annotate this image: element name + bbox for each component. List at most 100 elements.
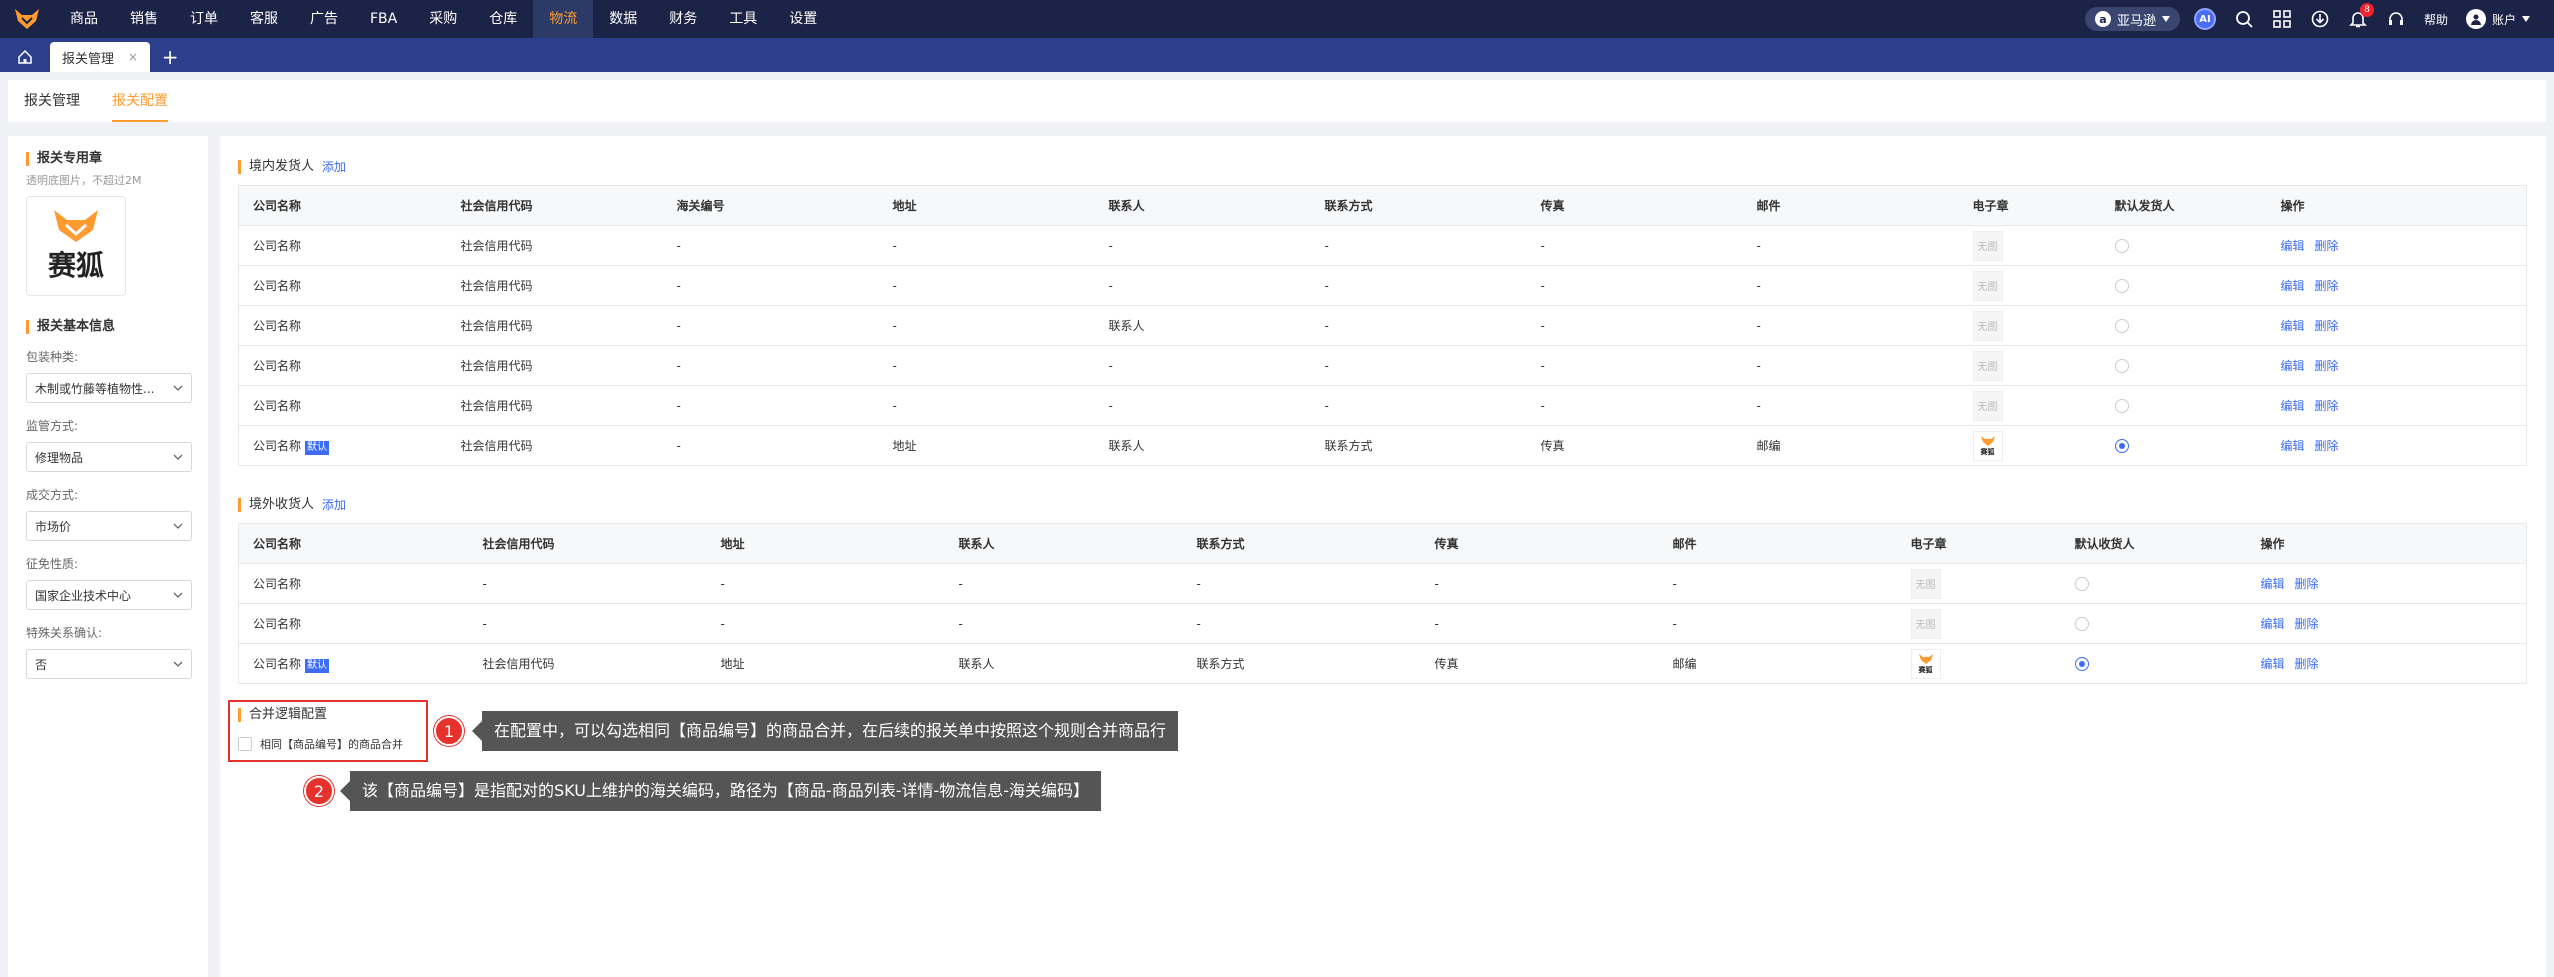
field-label: 特殊关系确认: [26, 626, 103, 640]
default-radio[interactable] [2114, 278, 2129, 293]
default-radio[interactable] [2074, 616, 2089, 631]
nav-item-12[interactable]: 设置 [773, 0, 833, 38]
delete-button[interactable]: 删除 [2315, 239, 2339, 253]
nav-item-3[interactable]: 客服 [234, 0, 294, 38]
cell-text: 社会信用代码 [460, 279, 533, 293]
edit-button[interactable]: 编辑 [2281, 399, 2305, 413]
nav-item-0[interactable]: 商品 [54, 0, 114, 38]
field-select[interactable]: 修理物品 [26, 442, 192, 472]
default-radio[interactable] [2074, 576, 2089, 591]
table-cell: - [468, 563, 707, 604]
delete-button[interactable]: 删除 [2315, 319, 2339, 333]
actions-cell: 编辑 删除 [2266, 385, 2527, 426]
add-domestic-button[interactable]: 添加 [322, 158, 346, 175]
nav-item-4[interactable]: 广告 [294, 0, 354, 38]
customs-seal-image[interactable]: 赛狐 [26, 196, 126, 296]
table-cell: 邮编 [1658, 643, 1897, 684]
nav-item-1[interactable]: 销售 [114, 0, 174, 38]
column-header: 公司名称 [238, 523, 469, 564]
nav-item-10[interactable]: 财务 [653, 0, 713, 38]
cell-text: - [1672, 576, 1677, 591]
actions-cell: 编辑 删除 [2266, 425, 2527, 466]
delete-button[interactable]: 删除 [2315, 399, 2339, 413]
default-radio[interactable] [2074, 656, 2089, 671]
nav-item-8[interactable]: 物流 [533, 0, 594, 38]
default-radio[interactable] [2114, 318, 2129, 333]
table-cell: 公司名称 [238, 265, 447, 306]
field-select[interactable]: 市场价 [26, 511, 192, 541]
merge-checkbox[interactable] [238, 737, 252, 751]
cell-text: 联系人 [1108, 319, 1145, 333]
field-select[interactable]: 国家企业技术中心 [26, 580, 192, 610]
account-menu[interactable]: 账户 [2465, 9, 2530, 29]
table-cell: - [662, 305, 879, 346]
edit-button[interactable]: 编辑 [2281, 359, 2305, 373]
default-radio[interactable] [2114, 438, 2129, 453]
nav-item-6[interactable]: 采购 [413, 0, 473, 38]
delete-button[interactable]: 删除 [2315, 279, 2339, 293]
nav-item-2[interactable]: 订单 [174, 0, 234, 38]
nav-item-5[interactable]: FBA [354, 0, 413, 38]
column-header: 联系人 [1094, 185, 1311, 226]
field-select[interactable]: 木制或竹藤等植物性... [26, 373, 192, 403]
edit-button[interactable]: 编辑 [2261, 577, 2285, 591]
download-icon[interactable] [2310, 9, 2330, 29]
amazon-icon: a [2094, 11, 2111, 27]
ai-assistant-button[interactable]: AI [2193, 8, 2216, 30]
edit-button[interactable]: 编辑 [2281, 239, 2305, 253]
cell-text: - [1434, 576, 1439, 591]
delete-button[interactable]: 删除 [2295, 657, 2319, 671]
seal-thumbnail[interactable]: 赛狐 [1910, 648, 1941, 679]
avatar-icon [2465, 9, 2486, 29]
cell-text: 公司名称 [253, 617, 302, 631]
nav-item-7[interactable]: 仓库 [473, 0, 533, 38]
tab-customs-list[interactable]: 报关管理 [24, 80, 80, 122]
table-cell: - [878, 385, 1095, 426]
add-tab-button[interactable]: + [150, 42, 190, 72]
store-selector[interactable]: a 亚马逊 [2084, 7, 2180, 31]
edit-button[interactable]: 编辑 [2261, 617, 2285, 631]
merge-option[interactable]: 相同【商品编号】的商品合并 [238, 736, 418, 752]
seal-thumb-text: 赛狐 [1980, 447, 1995, 456]
default-radio[interactable] [2114, 398, 2129, 413]
default-radio-cell [2060, 603, 2247, 644]
brand-logo[interactable] [0, 0, 54, 38]
add-overseas-button[interactable]: 添加 [322, 496, 346, 513]
overseas-title: 境外收货人 [238, 497, 314, 512]
delete-button[interactable]: 删除 [2315, 359, 2339, 373]
cell-text: - [720, 616, 725, 631]
default-radio[interactable] [2114, 238, 2129, 253]
delete-button[interactable]: 删除 [2315, 439, 2339, 453]
cell-text: - [1324, 358, 1329, 373]
bell-icon[interactable]: 8 [2348, 3, 2374, 29]
tab-customs-management[interactable]: 报关管理 × [50, 42, 151, 72]
edit-button[interactable]: 编辑 [2281, 279, 2305, 293]
edit-button[interactable]: 编辑 [2281, 319, 2305, 333]
default-radio[interactable] [2114, 358, 2129, 373]
home-tab[interactable] [0, 42, 50, 72]
seal-thumbnail[interactable]: 赛狐 [1972, 430, 2003, 461]
edit-button[interactable]: 编辑 [2281, 439, 2305, 453]
cell-text: - [1756, 358, 1761, 373]
table-cell: - [662, 385, 879, 426]
close-tab-icon[interactable]: × [128, 50, 138, 64]
headset-icon[interactable] [2386, 9, 2406, 29]
cell-text: 社会信用代码 [460, 439, 533, 453]
default-tag: 默认 [305, 658, 330, 673]
nav-right-tools: a 亚马逊 AI 8 帮助 账户 [2084, 0, 2554, 38]
table-cell: - [1310, 345, 1527, 386]
delete-button[interactable]: 删除 [2295, 617, 2319, 631]
help-link[interactable]: 帮助 [2424, 11, 2448, 28]
apps-grid-icon[interactable] [2272, 9, 2292, 29]
nav-item-11[interactable]: 工具 [713, 0, 773, 38]
search-icon[interactable] [2234, 9, 2254, 29]
seal-cell: 无图 [1958, 225, 2101, 266]
cell-text: 公司名称 [253, 359, 302, 373]
cell-text: - [676, 438, 681, 453]
tab-customs-config[interactable]: 报关配置 [112, 80, 168, 122]
field-select[interactable]: 否 [26, 649, 192, 679]
table-cell: - [944, 603, 1183, 644]
delete-button[interactable]: 删除 [2295, 577, 2319, 591]
edit-button[interactable]: 编辑 [2261, 657, 2285, 671]
nav-item-9[interactable]: 数据 [593, 0, 653, 38]
